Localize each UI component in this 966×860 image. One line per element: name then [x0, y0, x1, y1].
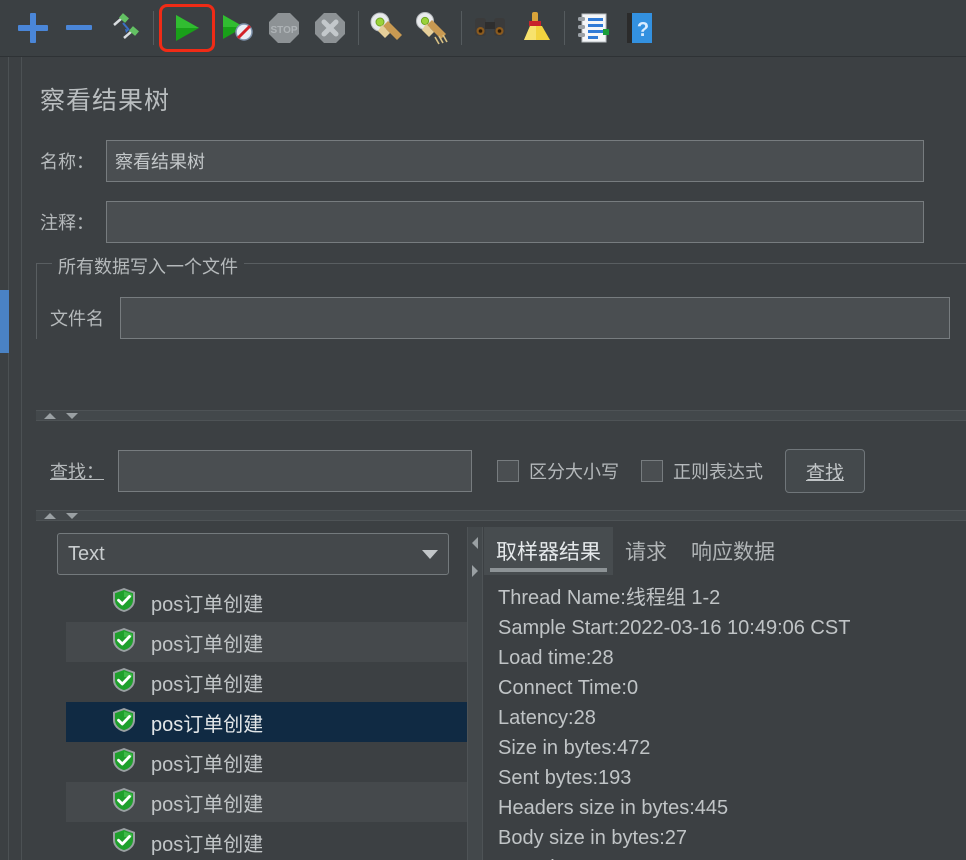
sampler-result-line: Headers size in bytes:445 — [498, 797, 729, 819]
sampler-result-line: Size in bytes:472 — [498, 737, 651, 759]
result-detail-pane: 取样器结果 请求 响应数据 Thread Name:线程组 1-2 Sample St… — [484, 527, 966, 860]
result-tree-row[interactable]: pos订单创建 — [66, 742, 467, 782]
sampler-result-text[interactable]: Thread Name:线程组 1-2 Sample Start:2022-03-… — [498, 583, 966, 860]
svg-text:?: ? — [637, 19, 649, 41]
name-label: 名称： — [40, 152, 94, 172]
left-scrollbar-track[interactable] — [0, 57, 9, 860]
upper-split-handle[interactable] — [36, 410, 966, 421]
filename-input[interactable] — [120, 297, 950, 339]
success-shield-icon — [111, 707, 137, 738]
name-input[interactable]: 察看结果树 — [106, 140, 924, 182]
collapse-down-icon[interactable] — [66, 412, 78, 419]
result-tree-row[interactable]: pos订单创建 — [66, 622, 467, 662]
toolbar-separator-3 — [461, 11, 462, 45]
search-row: 查找： 区分大小写 正则表达式 查找 — [50, 449, 866, 493]
result-tree-row[interactable]: pos订单创建 — [66, 582, 467, 622]
filename-row: 文件名 — [50, 297, 950, 339]
collapse-up-icon[interactable] — [44, 412, 56, 419]
sampler-result-line: Connect Time:0 — [498, 677, 639, 699]
result-tree-row-label: pos订单创建 — [151, 713, 264, 736]
start-icon[interactable] — [159, 4, 215, 52]
toolbar-separator-2 — [358, 11, 359, 45]
result-tree-row[interactable]: pos订单创建 — [66, 822, 467, 860]
results-collapse-down-icon[interactable] — [66, 512, 78, 519]
comment-label: 注释： — [40, 213, 94, 233]
split-right-icon[interactable] — [472, 565, 478, 577]
sampler-result-line: Sent bytes:193 — [498, 767, 632, 789]
jmeter-view-results-tree-window: STOP ? 察看结果树 名称： 察看结果树 注释： 所有数据写入一个文件 文件… — [0, 0, 966, 860]
search-button[interactable]: 查找 — [785, 449, 866, 493]
comment-row: 注释： — [40, 201, 966, 243]
renderer-selected-value: Text — [68, 542, 105, 565]
success-shield-icon — [111, 747, 137, 778]
sampler-result-line: Load time:28 — [498, 647, 614, 669]
sampler-result-line: Latency:28 — [498, 707, 596, 729]
success-shield-icon — [111, 787, 137, 818]
search-input[interactable] — [118, 450, 472, 492]
result-tree-row[interactable]: pos订单创建 — [66, 662, 467, 702]
result-tree[interactable]: pos订单创建 pos订单创建 pos订单创建 pos订单创建 pos订单创建 … — [66, 582, 467, 860]
success-shield-icon — [111, 667, 137, 698]
shutdown-icon[interactable] — [307, 5, 353, 51]
main-toolbar: STOP ? — [0, 0, 966, 57]
minus-glyph — [64, 13, 94, 43]
sampler-result-line: Sample Start:2022-03-16 10:49:06 CST — [498, 617, 851, 639]
start-no-timers-icon[interactable] — [215, 5, 261, 51]
result-tree-row[interactable]: pos订单创建 — [66, 782, 467, 822]
sampler-result-line: Sample Count:1 — [498, 853, 966, 860]
left-scrollbar-thumb[interactable] — [0, 290, 9, 353]
result-tab[interactable]: 请求 — [613, 527, 679, 575]
search-reset-icon[interactable] — [513, 5, 559, 51]
plus-glyph — [18, 13, 48, 43]
success-shield-icon — [111, 827, 137, 858]
comment-input[interactable] — [106, 201, 924, 243]
remove-icon[interactable] — [56, 5, 102, 51]
help-icon[interactable]: ? — [616, 5, 662, 51]
page-title: 察看结果树 — [40, 87, 171, 115]
result-tree-row-label: pos订单创建 — [151, 633, 264, 656]
listener-panel: 察看结果树 名称： 察看结果树 注释： 所有数据写入一个文件 文件名 查找： 区… — [0, 57, 966, 860]
results-collapse-up-icon[interactable] — [44, 512, 56, 519]
regex-label: 正则表达式 — [673, 462, 763, 482]
result-tree-row-label: pos订单创建 — [151, 833, 264, 856]
result-tree-row-label: pos订单创建 — [151, 593, 264, 616]
search-binoculars-icon[interactable] — [467, 5, 513, 51]
clear-all-icon[interactable] — [410, 5, 456, 51]
toolbar-separator-4 — [564, 11, 565, 45]
result-tabs: 取样器结果 请求 响应数据 — [484, 527, 787, 575]
result-tab[interactable]: 响应数据 — [679, 527, 787, 575]
clear-icon[interactable] — [364, 5, 410, 51]
renderer-select[interactable]: Text — [57, 533, 449, 575]
result-tree-row-label: pos订单创建 — [151, 753, 264, 776]
svg-text:STOP: STOP — [270, 25, 297, 36]
result-tree-row[interactable]: pos订单创建 — [66, 702, 467, 742]
sampler-result-line: Thread Name:线程组 1-2 — [498, 587, 721, 609]
result-tab[interactable]: 取样器结果 — [484, 527, 613, 575]
name-row: 名称： 察看结果树 — [40, 140, 966, 182]
log-viewer-icon[interactable] — [570, 5, 616, 51]
result-tree-row-label: pos订单创建 — [151, 673, 264, 696]
lower-split-handle[interactable] — [36, 510, 966, 521]
filename-label: 文件名 — [50, 309, 104, 329]
success-shield-icon — [111, 627, 137, 658]
case-sensitive-label: 区分大小写 — [529, 462, 619, 482]
case-sensitive-checkbox[interactable] — [497, 460, 519, 482]
split-left-icon[interactable] — [472, 537, 478, 549]
toolbar-separator-1 — [153, 11, 154, 45]
templates-icon[interactable] — [102, 5, 148, 51]
sampler-result-line: Body size in bytes:27 — [498, 827, 687, 849]
chevron-down-icon — [422, 549, 438, 559]
add-icon[interactable] — [10, 5, 56, 51]
search-label: 查找： — [50, 462, 104, 482]
vertical-split-handle[interactable] — [467, 527, 483, 860]
regex-checkbox[interactable] — [641, 460, 663, 482]
panel-content: 察看结果树 名称： 察看结果树 注释： 所有数据写入一个文件 文件名 查找： 区… — [22, 57, 966, 860]
result-tree-row-label: pos订单创建 — [151, 793, 264, 816]
write-to-file-group-title: 所有数据写入一个文件 — [52, 253, 244, 279]
stop-icon[interactable]: STOP — [261, 5, 307, 51]
success-shield-icon — [111, 587, 137, 618]
